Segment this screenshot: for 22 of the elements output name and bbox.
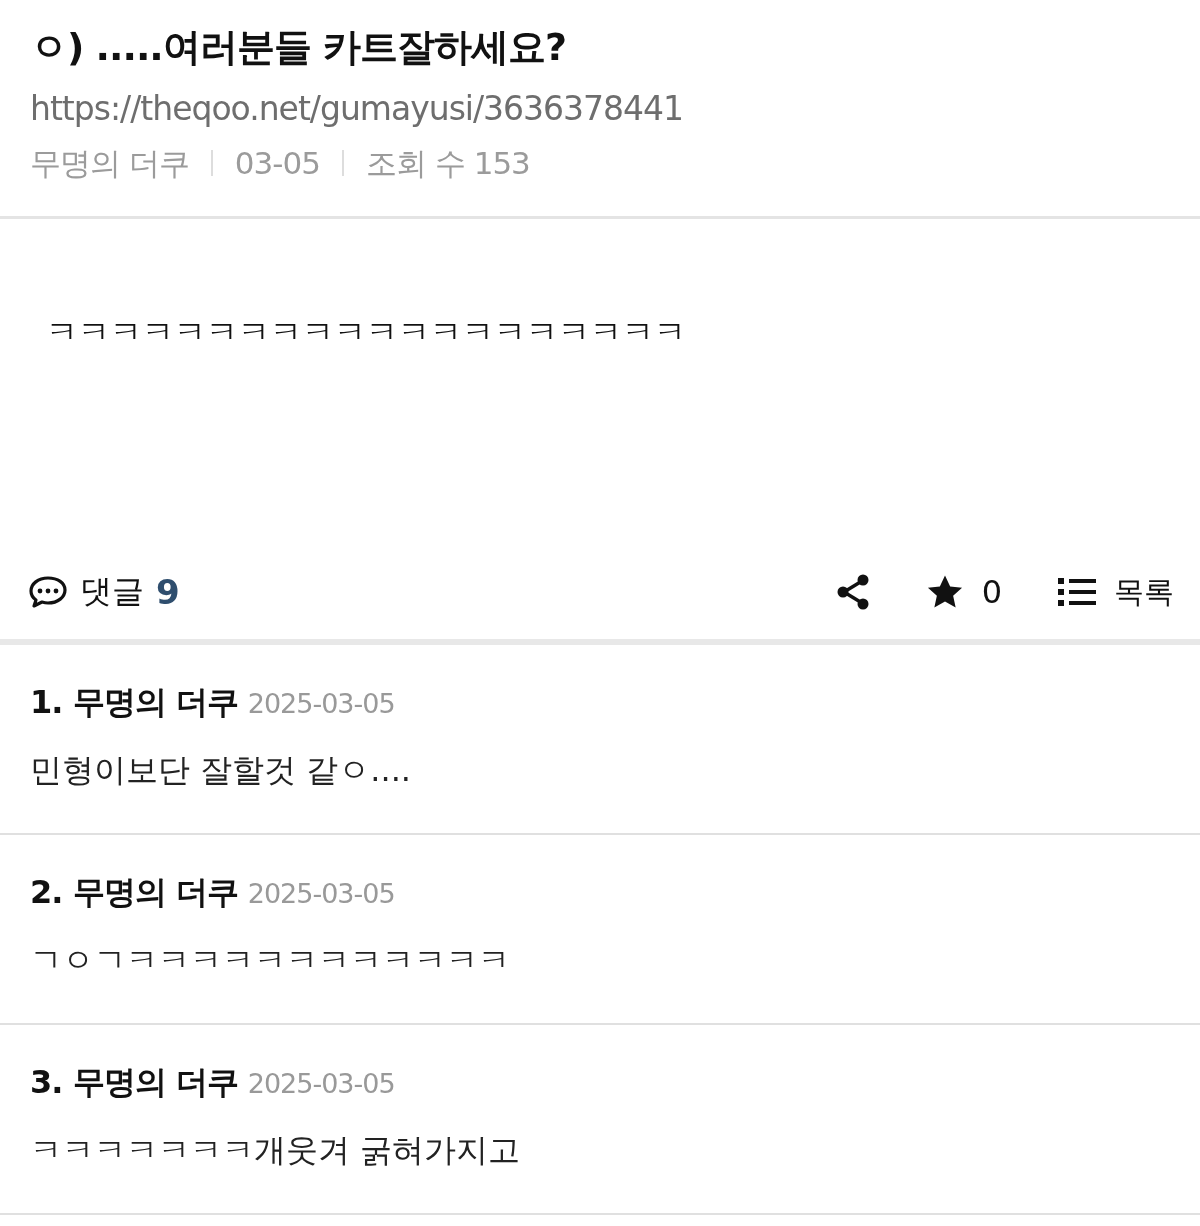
- comments-label[interactable]: 댓글: [80, 570, 144, 614]
- comment-text: ㅋㅋㅋㅋㅋㅋㅋ개웃겨 굵혀가지고: [30, 1130, 522, 1171]
- comment-date: 2025-03-05: [247, 878, 395, 909]
- comment-date: 2025-03-05: [247, 688, 395, 719]
- comment-author: 2. 무명의 더쿠: [30, 872, 238, 913]
- comment-count: 9: [156, 572, 180, 612]
- view-count: 조회 수 153: [365, 144, 530, 183]
- list-icon[interactable]: [1058, 577, 1096, 607]
- star-count: 0: [981, 573, 1002, 611]
- post-body: ㅋㅋㅋㅋㅋㅋㅋㅋㅋㅋㅋㅋㅋㅋㅋㅋㅋㅋㅋㅋ: [46, 313, 686, 351]
- post-title: ㅇ) .....여러분들 카트잘하세요?: [30, 24, 568, 71]
- comment-author: 1. 무명의 더쿠: [30, 682, 238, 723]
- author-name: 무명의 더쿠: [30, 144, 189, 183]
- share-icon[interactable]: [835, 574, 870, 610]
- comment-text: 민형이보단 잘할것 같ㅇ....: [30, 750, 413, 791]
- comment-text: ㄱㅇㄱㅋㅋㅋㅋㅋㅋㅋㅋㅋㅋㅋㅋ: [30, 940, 511, 981]
- comment-icon: [28, 575, 68, 609]
- post-url[interactable]: https://theqoo.net/gumayusi/3636378441: [30, 86, 1170, 132]
- comment-author: 3. 무명의 더쿠: [30, 1062, 238, 1103]
- list-button[interactable]: 목록: [1114, 571, 1174, 613]
- comment-date: 2025-03-05: [247, 1068, 395, 1099]
- post-date: 03-05: [234, 144, 320, 183]
